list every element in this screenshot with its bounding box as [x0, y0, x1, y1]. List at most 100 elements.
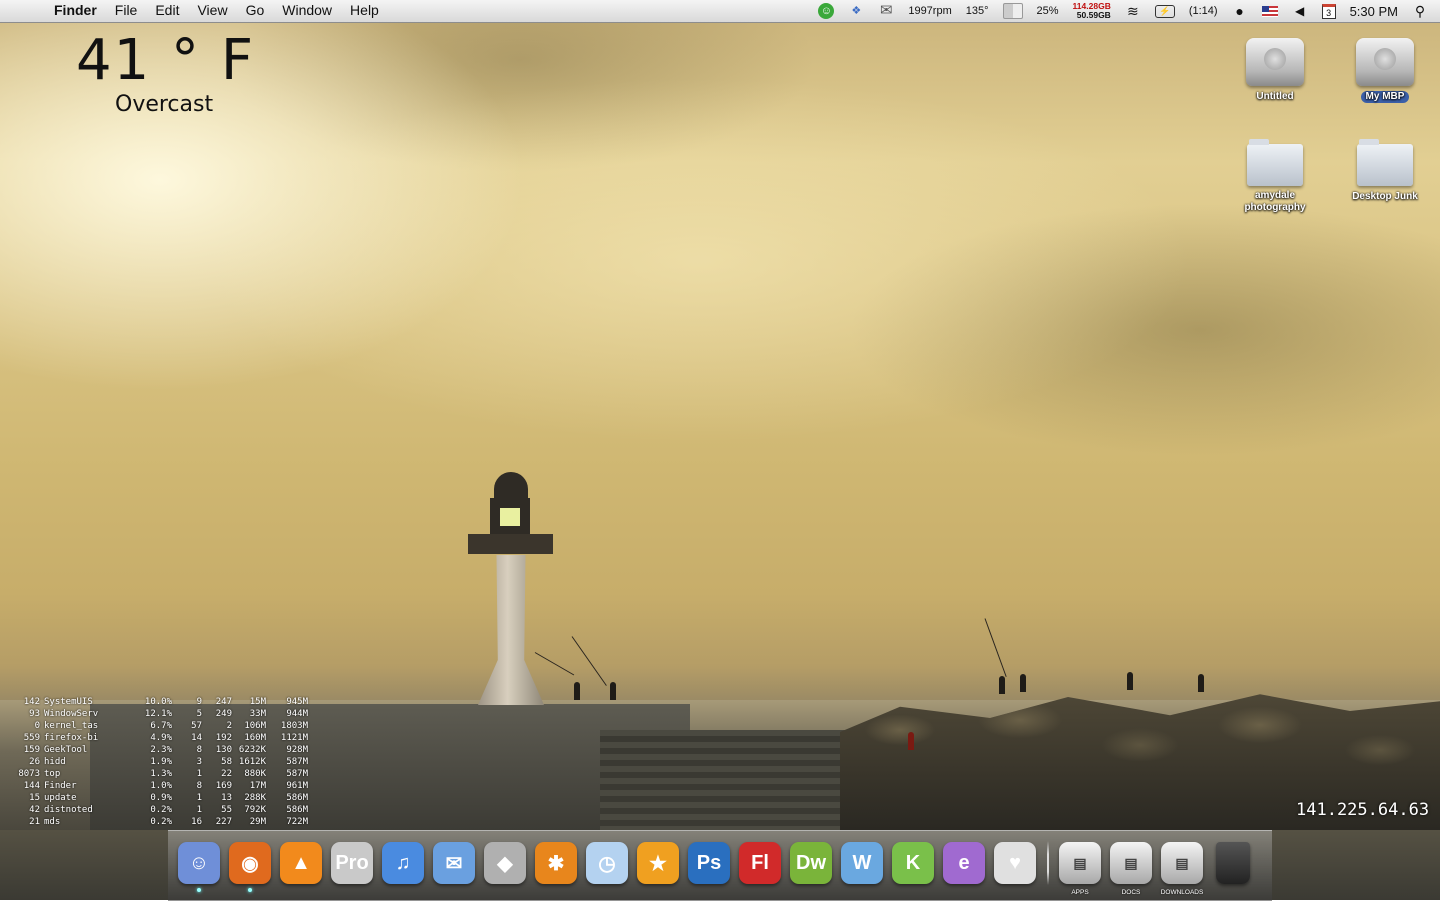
dropbox-icon[interactable]: ❖ [848, 3, 864, 19]
user-icon[interactable]: ● [1232, 3, 1248, 19]
wallpaper-fisherman [574, 682, 580, 700]
battery-time[interactable]: (1:14) [1189, 5, 1218, 17]
wallpaper-fisherman [1198, 674, 1204, 692]
dock-app-glyph: ✉ [433, 842, 475, 884]
process-cell: GeekTool [44, 745, 88, 755]
adium-duck-icon[interactable]: ♥ [992, 838, 1038, 888]
cpu-usage[interactable]: 25% [1037, 5, 1059, 17]
process-row: 142 SystemUIS 10.0% 9 247 15M 945M [6, 696, 308, 708]
process-row: 144 Finder 1.0% 8 169 17M 961M [6, 780, 308, 792]
dock-app-glyph: K [892, 842, 934, 884]
safari-silver-icon[interactable]: ◆ [482, 838, 528, 888]
web-w-icon[interactable]: W [839, 838, 885, 888]
process-cell: 192 [215, 733, 232, 743]
process-cell: SystemUIS [44, 697, 93, 707]
downloads-stack-icon[interactable]: ▤ DOWNLOADS [1159, 838, 1205, 896]
dock-app-glyph: ♥ [994, 842, 1036, 884]
menu-edit[interactable]: Edit [146, 2, 188, 18]
process-row: 0 kernel_tas 6.7% 57 2 106M 1803M [6, 720, 308, 732]
process-cell: 587M [286, 757, 308, 767]
process-cell: 42 [29, 805, 40, 815]
process-cell: 159 [23, 745, 40, 755]
process-cell: 1803M [280, 721, 308, 731]
wallpaper-lighthouse-light [500, 508, 520, 526]
desktop-icon-untitled-drive[interactable]: Untitled [1225, 38, 1325, 104]
trash-icon[interactable] [1210, 838, 1256, 888]
process-cell: 57 [191, 721, 202, 731]
fan-speed[interactable]: 1997rpm [908, 5, 951, 17]
hard-drive-icon [1356, 38, 1414, 86]
process-cell: 945M [286, 697, 308, 707]
dock-app-glyph: ♫ [382, 842, 424, 884]
mail-status-icon[interactable]: ✉ [878, 3, 894, 19]
process-cell: kernel_tas [44, 721, 99, 731]
desktop-icon-label: My MBP [1360, 91, 1410, 103]
dock-app-glyph: Ps [688, 842, 730, 884]
desktop-icon-my-mbp-drive[interactable]: My MBP [1335, 38, 1435, 104]
process-cell: 6.7% [150, 721, 172, 731]
desktop-icon-amydale-photography[interactable]: amydale photography [1225, 139, 1325, 215]
process-row: 93 WindowServ 12.1% 5 249 33M 944M [6, 708, 308, 720]
process-cell: 3 [196, 757, 202, 767]
trash-can-glyph [1216, 842, 1250, 884]
dock-separator [1047, 841, 1049, 885]
wifi-icon[interactable]: ≋ [1125, 3, 1141, 19]
desktop-icon-desktop-junk[interactable]: Desktop Junk [1335, 139, 1435, 204]
logic-pro-icon[interactable]: Pro [329, 838, 375, 888]
menu-clock[interactable]: 5:30 PM [1350, 4, 1398, 19]
dock-app-glyph: W [841, 842, 883, 884]
process-cell: 586M [286, 793, 308, 803]
process-row: 8073 top 1.3% 1 22 880K 587M [6, 768, 308, 780]
process-cell: 227 [215, 817, 232, 827]
vlc-icon[interactable]: ▲ [278, 838, 324, 888]
process-cell: 6232K [238, 745, 266, 755]
process-cell: 961M [286, 781, 308, 791]
ip-address: 141.225.64.63 [1296, 800, 1430, 820]
finder-icon[interactable]: ☺ [176, 838, 222, 892]
firefox-icon[interactable]: ◉ [227, 838, 273, 892]
calendar-icon[interactable]: 3 [1321, 3, 1336, 19]
dock-app-glyph: e [943, 842, 985, 884]
desktop-icon-label: amydale photography [1244, 190, 1306, 213]
process-cell: 93 [29, 709, 40, 719]
process-row: 159 GeekTool 2.3% 8 130 6232K 928M [6, 744, 308, 756]
process-cell: 0 [34, 721, 40, 731]
stack-glyph: ▤ [1059, 842, 1101, 884]
process-row: 42 distnoted 0.2% 1 55 792K 586M [6, 804, 308, 816]
apps-stack-icon[interactable]: ▤ APPS [1057, 838, 1103, 896]
menu-view[interactable]: View [188, 2, 236, 18]
process-cell: 12.1% [144, 709, 172, 719]
menu-go[interactable]: Go [237, 2, 274, 18]
menu-window[interactable]: Window [273, 2, 341, 18]
menu-app-name[interactable]: Finder [54, 2, 106, 18]
docs-stack-icon[interactable]: ▤ DOCS [1108, 838, 1154, 896]
dreamweaver-icon[interactable]: Dw [788, 838, 834, 888]
runner-icon[interactable]: ★ [635, 838, 681, 888]
process-cell: 288K [244, 793, 266, 803]
menu-help[interactable]: Help [341, 2, 388, 18]
disk-usage[interactable]: 114.28GB 50.59GB [1073, 2, 1111, 20]
volume-icon[interactable]: ◀ [1292, 3, 1308, 19]
web-k-icon[interactable]: K [890, 838, 936, 888]
process-row: 559 firefox-bi 4.9% 14 192 160M 1121M [6, 732, 308, 744]
mail-icon[interactable]: ✉ [431, 838, 477, 888]
adium-status-icon[interactable]: ☺ [818, 3, 835, 19]
web-e-icon[interactable]: e [941, 838, 987, 888]
photoshop-icon[interactable]: Ps [686, 838, 732, 888]
cpu-meter-icon[interactable] [1002, 3, 1023, 19]
itunes-icon[interactable]: ♫ [380, 838, 426, 888]
hard-drive-icon [1246, 38, 1304, 86]
dock-app-glyph: ★ [637, 842, 679, 884]
battery-icon[interactable]: ⚡ [1154, 4, 1175, 18]
stack-glyph: ▤ [1110, 842, 1152, 884]
ical-clock-icon[interactable]: ◷ [584, 838, 630, 888]
desktop-icon-label: Untitled [1256, 91, 1294, 102]
spotlight-search-icon[interactable]: ⚲ [1412, 3, 1428, 19]
reason-icon[interactable]: ✱ [533, 838, 579, 888]
cpu-temperature[interactable]: 135° [966, 5, 989, 17]
process-cell: 22 [221, 769, 232, 779]
dock-app-glyph: ☺ [178, 842, 220, 884]
menu-file[interactable]: File [106, 2, 147, 18]
us-flag-input-icon[interactable] [1261, 5, 1278, 17]
flash-icon[interactable]: Fl [737, 838, 783, 888]
